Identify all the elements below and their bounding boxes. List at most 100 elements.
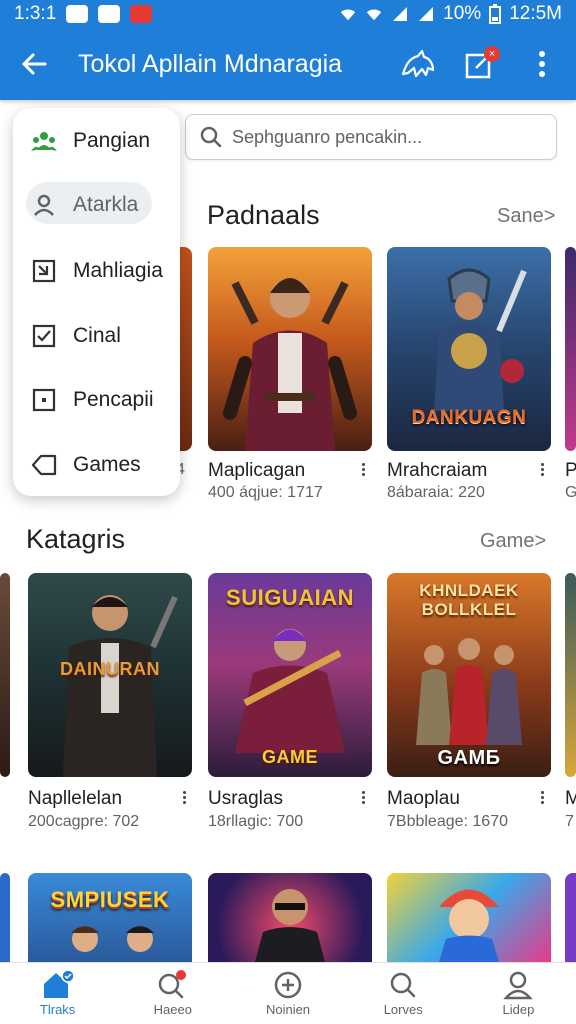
game-art-agent <box>255 889 325 962</box>
app-menu-button[interactable] <box>537 789 547 807</box>
notification-badge: × <box>484 46 500 62</box>
nav-item-noinien[interactable]: Noinien <box>230 963 345 1024</box>
menu-item-label: Pencapii <box>73 388 154 411</box>
game-art-hero <box>223 278 357 451</box>
app-name: Maoplau <box>387 788 460 809</box>
game-art-title: KHNLDAEK BOLLKLEL <box>419 581 519 619</box>
mascot-button[interactable] <box>398 44 438 84</box>
section-more-link[interactable]: Game> <box>480 530 546 553</box>
people-icon <box>31 128 57 154</box>
section-more-link[interactable]: Sane> <box>497 205 555 228</box>
game-art-hero <box>235 629 345 753</box>
app-meta: 8ábaraia: 220 <box>387 484 485 501</box>
back-button[interactable] <box>14 44 54 84</box>
app-card-maoplau[interactable]: KHNLDAEK BOLLKLEL GAMБ <box>387 573 551 777</box>
game-art-title: SUIGUAIAN <box>226 585 354 610</box>
battery-icon <box>489 4 502 24</box>
app-meta: 18rllagic: 700 <box>208 813 304 830</box>
game-art-squad <box>416 638 522 745</box>
notification-app-icon <box>98 5 121 23</box>
game-art-title: DAINURAN <box>60 659 160 679</box>
game-art-kids <box>71 926 154 952</box>
app-card-napllelelan[interactable]: DAINURAN <box>28 573 192 777</box>
menu-item-label: Cinal <box>73 324 121 347</box>
dragon-icon <box>401 49 435 78</box>
nav-item-lidep[interactable]: Lidep <box>461 963 576 1024</box>
signal-icon <box>419 7 434 21</box>
status-time-left: 1:3:1 <box>14 3 57 24</box>
app-card-maplicagan[interactable] <box>208 247 372 451</box>
app-meta: 7 <box>565 813 574 830</box>
menu-item-mahliagia[interactable]: Mahliagia <box>13 246 180 296</box>
app-menu-button[interactable] <box>179 789 189 807</box>
nav-item-haeeo[interactable]: Haeeo <box>115 963 230 1024</box>
checkbox-icon <box>31 323 57 349</box>
more-options-button[interactable] <box>522 44 562 84</box>
notification-app-icon <box>130 5 153 23</box>
search-badge-icon <box>156 970 190 1000</box>
nav-item-lorves[interactable]: Lorves <box>346 963 461 1024</box>
app-name: Napllelelan <box>28 788 123 809</box>
status-bar: 1:3:1 10% 12:5M <box>0 0 576 28</box>
nav-label: Noinien <box>265 1002 311 1017</box>
more-vert-icon <box>539 51 545 77</box>
app-menu-button[interactable] <box>358 789 368 807</box>
app-card-partial[interactable] <box>0 873 10 962</box>
menu-item-label: Mahliagia <box>73 259 163 282</box>
game-art-warrior <box>434 268 527 411</box>
section-title: Katagris <box>26 524 126 554</box>
nav-label: Haeeo <box>153 1002 192 1017</box>
add-circle-icon <box>271 970 305 1000</box>
app-name: Usraglas <box>208 788 283 809</box>
app-card-partial[interactable] <box>565 873 576 962</box>
app-card-usraglas[interactable]: SUIGUAIAN GAME <box>208 573 372 777</box>
search-bar[interactable] <box>185 114 557 160</box>
app-meta: 200cagpre: 702 <box>28 813 140 830</box>
bottom-navigation: Tlraks Haeeo Noinien Lorves Lidep <box>0 962 576 1024</box>
menu-item-cinal[interactable]: Cinal <box>13 311 180 361</box>
nav-label: Tlraks <box>39 1002 76 1017</box>
square-dot-icon <box>31 387 57 413</box>
arrow-back-icon <box>22 53 47 75</box>
dropdown-menu: Pangian Atarkla Mahliagia Cinal Pencapii… <box>13 108 180 496</box>
app-name: M <box>565 788 576 809</box>
app-card-partial[interactable] <box>565 247 576 451</box>
menu-item-pangian[interactable]: Pangian <box>13 116 180 166</box>
app-card-smpiusek[interactable]: SMPIUSEK <box>28 873 192 962</box>
nav-label: Lorves <box>383 1002 423 1017</box>
label-arrow-icon <box>31 452 57 478</box>
signal-icon <box>393 7 408 21</box>
menu-item-atarkla[interactable]: Atarkla <box>13 180 180 230</box>
game-art-title: SMPIUSEK <box>50 887 170 912</box>
page-title: Tokol Apllain Mdnaragia <box>78 49 343 78</box>
nav-item-tlraks[interactable]: Tlraks <box>0 963 115 1024</box>
app-name: P <box>565 460 576 481</box>
person-icon <box>31 192 57 218</box>
home-icon <box>41 970 75 1000</box>
app-menu-button[interactable] <box>537 461 547 479</box>
search-input[interactable] <box>232 126 532 148</box>
menu-item-label: Atarkla <box>73 193 139 216</box>
menu-item-pencapii[interactable]: Pencapii <box>13 375 180 425</box>
app-card-section3-2[interactable] <box>208 873 372 962</box>
app-meta: 400 áqjue: 1717 <box>208 484 323 501</box>
wifi-icon <box>366 9 382 21</box>
app-meta: G <box>565 484 576 501</box>
search-icon <box>200 126 222 148</box>
game-art-title: DANKUAGN <box>411 407 527 428</box>
menu-item-label: Games <box>73 453 141 476</box>
search-icon <box>386 970 420 1000</box>
app-menu-button[interactable] <box>358 461 368 479</box>
status-time-right: 12:5M <box>509 3 562 24</box>
app-bar: Tokol Apllain Mdnaragia × <box>0 28 576 100</box>
app-card-partial[interactable] <box>565 573 576 777</box>
game-art-subtitle: GAMБ <box>437 747 501 769</box>
app-card-section3-3[interactable] <box>387 873 551 962</box>
game-art-subtitle: GAME <box>262 747 318 767</box>
download-box-icon <box>31 258 57 284</box>
battery-percent: 10% <box>443 3 482 24</box>
app-card-mrahcraiam[interactable]: DANKUAGN <box>387 247 551 451</box>
menu-item-games[interactable]: Games <box>13 440 180 490</box>
edit-button[interactable]: × <box>460 44 500 84</box>
app-card-partial[interactable] <box>0 573 10 777</box>
